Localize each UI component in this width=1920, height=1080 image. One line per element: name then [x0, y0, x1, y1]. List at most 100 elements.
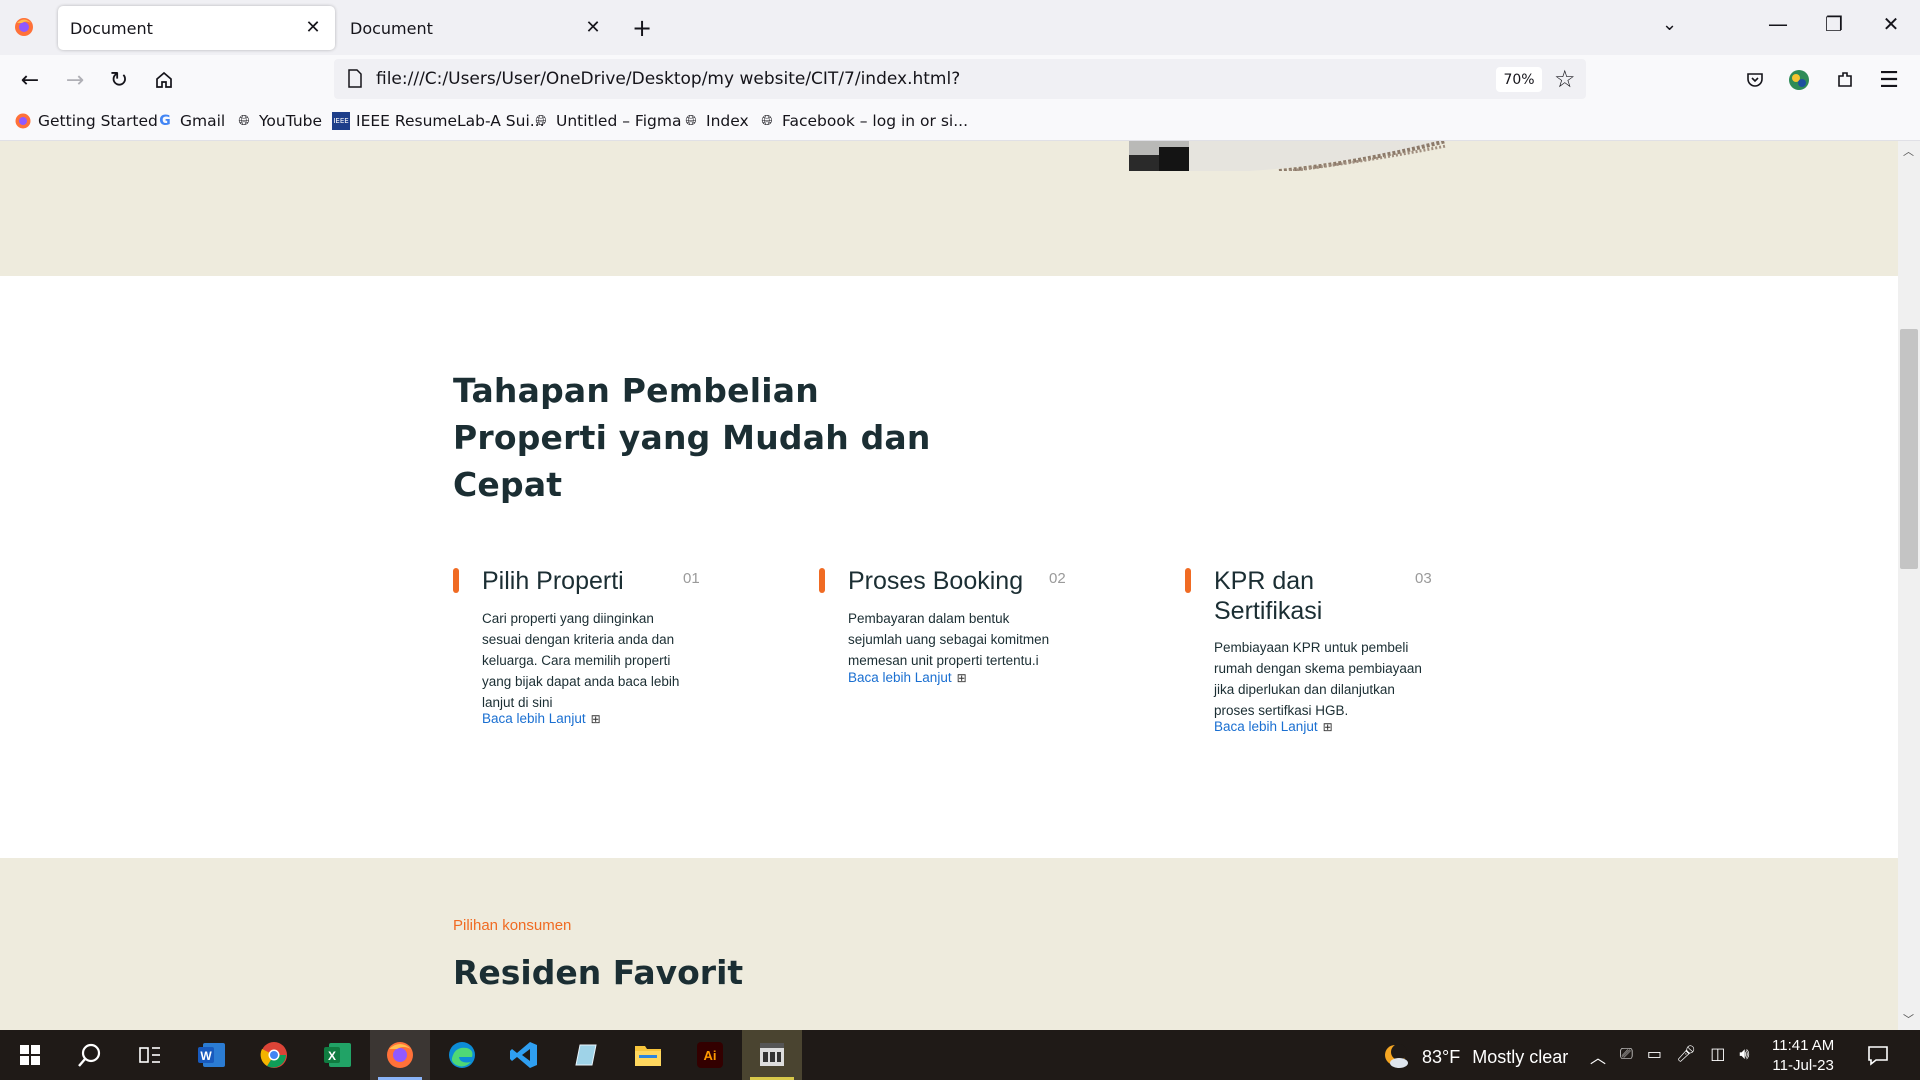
meet-now-icon[interactable]: ⎚: [1620, 1044, 1633, 1068]
link-arrow-icon: ⊞: [590, 712, 601, 726]
task-view-icon[interactable]: [120, 1030, 180, 1080]
bookmark-ieee[interactable]: IEEE IEEE ResumeLab-A Sui...: [332, 112, 545, 130]
ieee-icon: IEEE: [332, 112, 350, 130]
close-icon[interactable]: ✕: [583, 17, 603, 38]
extensions-icon[interactable]: [1830, 65, 1860, 95]
vscode-icon[interactable]: [494, 1030, 554, 1080]
favorites-section: [0, 858, 1898, 1030]
chevron-down-icon[interactable]: ⌄: [1662, 14, 1677, 35]
tab-document[interactable]: Document ✕: [338, 6, 615, 50]
profile-avatar-icon[interactable]: [1784, 65, 1814, 95]
system-tray: ︿ ⎚ ▭ 🎤︎ ◫ 🔊︎: [1590, 1044, 1749, 1068]
globe-icon: 🌐︎: [761, 113, 773, 129]
bookmark-index[interactable]: 🌐︎ Index: [682, 112, 748, 130]
favorites-eyebrow: Pilihan konsumen: [453, 917, 572, 934]
hero-building-image: [1129, 141, 1446, 171]
word-icon[interactable]: W: [182, 1030, 242, 1080]
bookmark-youtube[interactable]: 🌐︎ YouTube: [235, 112, 322, 130]
windows-start-icon[interactable]: [0, 1030, 60, 1080]
moon-cloud-icon: [1385, 1044, 1408, 1068]
browser-tab-bar: Document ✕ Document ✕ + ⌄ — ❐ ✕: [0, 0, 1920, 55]
globe-icon: 🌐︎: [685, 113, 697, 129]
media-app-icon[interactable]: [742, 1030, 802, 1080]
reload-icon[interactable]: ↻: [104, 65, 134, 95]
excel-icon[interactable]: X: [308, 1030, 368, 1080]
read-more-link[interactable]: Baca lebih Lanjut ⊞: [848, 670, 967, 685]
globe-icon: 🌐︎: [535, 113, 547, 129]
firefox-taskbar-icon[interactable]: [370, 1030, 430, 1080]
favorites-title: Residen Favorit: [453, 953, 744, 992]
step-title: Pilih Properti: [482, 567, 624, 595]
globe-icon: 🌐︎: [238, 113, 250, 129]
step-number: 01: [683, 570, 700, 587]
microphone-icon[interactable]: 🎤︎: [1676, 1044, 1696, 1068]
page-viewport: Tahapan Pembelian Properti yang Mudah da…: [0, 141, 1898, 1030]
hero-section-bottom: [0, 141, 1898, 276]
url-text[interactable]: file:///C:/Users/User/OneDrive/Desktop/m…: [376, 69, 960, 89]
forward-arrow-icon[interactable]: →: [60, 65, 90, 95]
taskbar-clock[interactable]: 11:41 AM 11-Jul-23: [1772, 1036, 1834, 1076]
back-arrow-icon[interactable]: ←: [15, 65, 45, 95]
browser-nav-bar: ← → ↻ file:///C:/Users/User/OneDrive/Des…: [0, 55, 1920, 105]
clock-date: 11-Jul-23: [1772, 1057, 1834, 1074]
notes-icon[interactable]: [556, 1030, 616, 1080]
tab-document-active[interactable]: Document ✕: [58, 6, 335, 50]
pocket-icon[interactable]: [1740, 65, 1770, 95]
tab-label: Document: [350, 18, 433, 38]
step-description: Pembayaran dalam bentuk sejumlah uang se…: [848, 611, 1050, 668]
new-tab-icon[interactable]: +: [632, 14, 652, 42]
step-description: Pembiayaan KPR untuk pembeli rumah denga…: [1214, 640, 1422, 718]
step-accent-bar: [819, 568, 825, 593]
link-arrow-icon: ⊞: [956, 671, 967, 685]
chrome-icon[interactable]: [244, 1030, 304, 1080]
firefox-icon: [14, 112, 32, 130]
url-bar[interactable]: file:///C:/Users/User/OneDrive/Desktop/m…: [334, 59, 1586, 99]
step-number: 03: [1415, 570, 1432, 587]
search-icon[interactable]: [60, 1030, 120, 1080]
window-close-icon[interactable]: ✕: [1876, 12, 1906, 36]
google-icon: G: [159, 113, 171, 129]
wifi-icon[interactable]: ◫: [1710, 1044, 1725, 1068]
bookmark-getting-started[interactable]: Getting Started: [14, 112, 158, 130]
svg-text:Ai: Ai: [704, 1048, 717, 1063]
illustrator-icon[interactable]: Ai: [680, 1030, 740, 1080]
scroll-down-icon[interactable]: ﹀: [1903, 1011, 1914, 1027]
read-more-link[interactable]: Baca lebih Lanjut ⊞: [1214, 719, 1333, 734]
step-number: 02: [1049, 570, 1066, 587]
scroll-up-icon[interactable]: ︿: [1903, 143, 1914, 159]
step-title: KPR dan Sertifikasi: [1214, 567, 1323, 625]
file-explorer-icon[interactable]: [618, 1030, 678, 1080]
bookmarks-bar: Getting Started G Gmail 🌐︎ YouTube IEEE …: [0, 105, 1920, 141]
close-icon[interactable]: ✕: [303, 17, 323, 38]
minimize-icon[interactable]: —: [1763, 12, 1793, 36]
weather-widget[interactable]: 83°F Mostly clear: [1382, 1042, 1568, 1072]
restore-icon[interactable]: ❐: [1819, 12, 1849, 36]
menu-icon[interactable]: ☰: [1874, 65, 1904, 95]
notification-icon[interactable]: [1866, 1043, 1890, 1067]
svg-text:X: X: [328, 1049, 336, 1063]
weather-temp: 83°F: [1422, 1046, 1461, 1067]
firefox-icon[interactable]: [14, 17, 34, 37]
scrollbar-thumb[interactable]: [1900, 329, 1918, 569]
battery-icon[interactable]: ▭: [1647, 1044, 1662, 1068]
step-accent-bar: [1185, 568, 1191, 593]
zoom-level-badge[interactable]: 70%: [1496, 67, 1542, 92]
bookmark-gmail[interactable]: G Gmail: [156, 112, 225, 130]
volume-icon[interactable]: 🔊︎: [1739, 1044, 1749, 1068]
svg-text:W: W: [200, 1049, 212, 1063]
bookmark-figma[interactable]: 🌐︎ Untitled – Figma: [532, 112, 681, 130]
clock-time: 11:41 AM: [1772, 1037, 1835, 1054]
page-scrollbar[interactable]: ︿ ﹀: [1898, 141, 1920, 1030]
link-arrow-icon: ⊞: [1322, 720, 1333, 734]
step-title: Proses Booking: [848, 567, 1024, 595]
step-accent-bar: [453, 568, 459, 593]
bookmark-star-icon[interactable]: ☆: [1554, 65, 1576, 93]
page-icon: [348, 69, 362, 88]
bookmark-facebook[interactable]: 🌐︎ Facebook – log in or si...: [758, 112, 968, 130]
home-icon[interactable]: [149, 65, 179, 95]
chevron-up-icon[interactable]: ︿: [1590, 1044, 1606, 1068]
section-title: Tahapan Pembelian Properti yang Mudah da…: [453, 371, 931, 504]
step-description: Cari properti yang diinginkan sesuai den…: [482, 611, 680, 710]
edge-icon[interactable]: [432, 1030, 492, 1080]
read-more-link[interactable]: Baca lebih Lanjut ⊞: [482, 711, 601, 726]
